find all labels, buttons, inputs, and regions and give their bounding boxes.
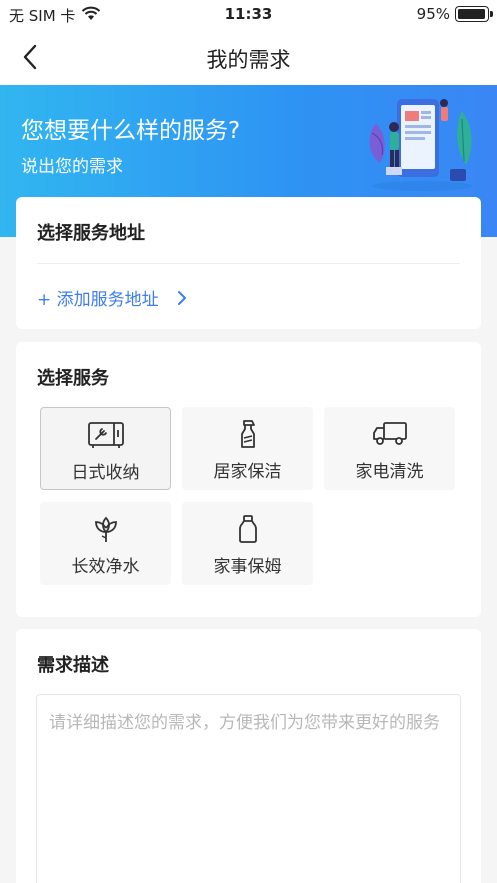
service-tile-japanese-storage[interactable]: 日式收纳 (40, 407, 171, 490)
battery-percent: 95% (416, 5, 450, 23)
status-bar: 无 SIM 卡 11:33 95% (0, 0, 497, 30)
truck-icon (372, 422, 407, 445)
chevron-right-icon (177, 290, 186, 305)
service-tile-label: 家电清洗 (355, 462, 424, 482)
bottle-icon (238, 515, 257, 543)
add-address-label: + 添加服务地址 (37, 290, 159, 310)
service-tile-water-purify[interactable]: 长效净水 (40, 502, 171, 585)
service-tile-label: 长效净水 (71, 557, 140, 577)
description-placeholder: 请详细描述您的需求，方便我们为您带来更好的服务 (49, 713, 440, 733)
navigation-bar: 我的需求 (0, 30, 497, 85)
service-tile-label: 日式收纳 (71, 463, 140, 483)
service-tile-housekeeper[interactable]: 家事保姆 (182, 502, 313, 585)
battery-icon (455, 6, 493, 22)
service-tile-label: 居家保洁 (213, 462, 282, 482)
address-card: 选择服务地址 + 添加服务地址 (16, 197, 481, 329)
flower-icon (94, 516, 117, 542)
divider (37, 263, 460, 264)
spray-bottle-icon (240, 420, 255, 448)
service-tile-label: 家事保姆 (213, 557, 282, 577)
storage-cabinet-icon (87, 422, 124, 448)
banner-subline: 说出您的需求 (21, 157, 123, 177)
page-title: 我的需求 (206, 48, 291, 72)
service-section-title: 选择服务 (37, 368, 109, 389)
description-section-title: 需求描述 (37, 655, 109, 676)
person-with-phone-illustration (369, 99, 472, 191)
battery-status: 95% (416, 5, 493, 23)
description-textarea[interactable]: 请详细描述您的需求，方便我们为您带来更好的服务 (36, 694, 461, 883)
service-tile-appliance-cleaning[interactable]: 家电清洗 (324, 407, 455, 490)
service-card: 选择服务 日式收纳 居家保洁 家电清洗 长效净水 家事保姆 (16, 342, 481, 617)
banner-headline: 您想要什么样的服务? (21, 118, 241, 144)
add-address-button[interactable]: + 添加服务地址 (37, 285, 187, 310)
address-section-title: 选择服务地址 (37, 223, 145, 244)
description-card: 需求描述 请详细描述您的需求，方便我们为您带来更好的服务 (16, 629, 481, 883)
service-tile-home-cleaning[interactable]: 居家保洁 (182, 407, 313, 490)
